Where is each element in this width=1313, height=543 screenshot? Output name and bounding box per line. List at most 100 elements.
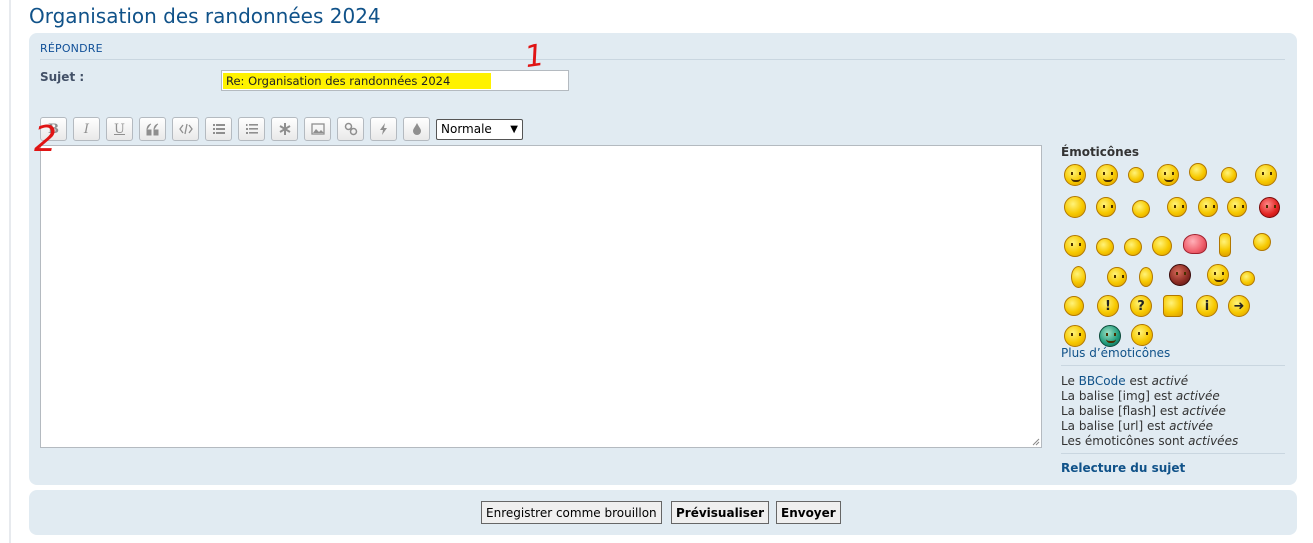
italic-button[interactable]: I: [73, 117, 100, 141]
link-icon: [344, 122, 357, 136]
color-button[interactable]: [403, 117, 430, 141]
more-smilies-link[interactable]: Plus d’émoticônes: [1061, 346, 1170, 360]
cool-smiley-icon[interactable]: [1124, 238, 1142, 256]
ordered-list-button[interactable]: [238, 117, 265, 141]
heading-divider: [40, 59, 1285, 60]
reply-panel: RÉPONDRE Sujet : Re: Organisation des ra…: [29, 33, 1297, 485]
sidebar-divider: [1061, 453, 1285, 454]
topic-review-link[interactable]: Relecture du sujet: [1061, 461, 1185, 475]
devil-icon[interactable]: [1169, 264, 1191, 286]
font-size-select[interactable]: Normale ▼: [436, 118, 523, 140]
underline-button[interactable]: U: [106, 117, 133, 141]
smiley-icon[interactable]: [1189, 163, 1207, 181]
rolling-eyes-icon[interactable]: [1207, 264, 1229, 286]
subject-label: Sujet :: [40, 70, 85, 84]
flash-status: La balise [flash] est activée: [1061, 404, 1238, 419]
heart-icon[interactable]: [1183, 234, 1207, 254]
subject-input[interactable]: Re: Organisation des randonnées 2024: [221, 70, 569, 91]
smiley-icon[interactable]: [1096, 238, 1114, 256]
url-prefix: La balise [url] est: [1061, 419, 1170, 433]
smilies-state: activées: [1188, 434, 1239, 448]
italic-label: I: [83, 121, 90, 137]
img-status: La balise [img] est activée: [1061, 389, 1238, 404]
smiley-icon[interactable]: [1064, 196, 1086, 218]
smiley-icon[interactable]: [1132, 200, 1150, 218]
link-button[interactable]: [337, 117, 364, 141]
flash-state: activée: [1182, 404, 1226, 418]
bbcode-state: activé: [1151, 374, 1189, 388]
angry-smiley-icon[interactable]: [1259, 197, 1280, 218]
image-icon: [310, 123, 325, 135]
annotation-1: 1: [522, 37, 547, 76]
smiley-icon[interactable]: [1198, 197, 1218, 217]
chevron-down-icon: ▼: [510, 123, 518, 135]
annotation-2: 2: [34, 119, 57, 160]
image-button[interactable]: [304, 117, 331, 141]
resize-handle-icon[interactable]: [1030, 436, 1040, 446]
smiley-icon[interactable]: [1253, 233, 1271, 251]
bolt-icon: [379, 123, 387, 135]
smiley-icon[interactable]: [1064, 164, 1086, 186]
reply-heading: RÉPONDRE: [40, 42, 103, 55]
flash-button[interactable]: [370, 117, 397, 141]
smiley-icon[interactable]: [1240, 271, 1255, 286]
bbcode-mid: est: [1125, 374, 1152, 388]
save-draft-button[interactable]: Enregistrer comme brouillon: [481, 501, 662, 524]
ordered-list-icon: [245, 124, 258, 134]
smiley-icon[interactable]: [1064, 296, 1084, 316]
question-icon[interactable]: ?: [1130, 295, 1152, 317]
quote-icon: [146, 123, 158, 136]
smiley-icon[interactable]: [1096, 164, 1118, 186]
arrow-right-icon[interactable]: ➜: [1228, 295, 1250, 317]
img-state: activée: [1175, 389, 1220, 403]
submit-button[interactable]: Envoyer: [776, 501, 841, 524]
smiley-icon[interactable]: [1128, 167, 1144, 183]
smiley-icon[interactable]: [1071, 266, 1086, 288]
img-prefix: La balise [img] est: [1061, 389, 1176, 403]
code-button[interactable]: [172, 117, 199, 141]
message-textarea[interactable]: [40, 145, 1042, 448]
list-button[interactable]: [205, 117, 232, 141]
preview-button[interactable]: Prévisualiser: [671, 501, 769, 524]
smiley-icon[interactable]: [1157, 164, 1179, 186]
bbcode-toolbar: B I U Normale ▼: [40, 117, 523, 141]
smiley-icon[interactable]: [1255, 164, 1277, 186]
sign-smiley-icon[interactable]: [1219, 233, 1231, 257]
smiley-icon[interactable]: [1227, 197, 1247, 217]
smiley-icon[interactable]: [1064, 235, 1086, 257]
underline-label: U: [114, 121, 125, 137]
submit-panel: Enregistrer comme brouillon Prévisualise…: [29, 490, 1297, 535]
code-icon: [178, 123, 193, 135]
list-icon: [212, 124, 225, 134]
status-info: Le BBCode est activé La balise [img] est…: [1061, 374, 1238, 449]
flash-prefix: La balise [flash] est: [1061, 404, 1183, 418]
smiley-icon[interactable]: [1096, 197, 1116, 217]
bbcode-status: Le BBCode est activé: [1061, 374, 1238, 389]
smilies-prefix: Les émoticônes sont: [1061, 434, 1189, 448]
quote-button[interactable]: [139, 117, 166, 141]
list-item-button[interactable]: [271, 117, 298, 141]
smiley-icon[interactable]: [1152, 236, 1172, 256]
left-border: [9, 0, 11, 543]
smiley-icon[interactable]: [1167, 197, 1187, 217]
smiley-icon[interactable]: [1107, 267, 1127, 287]
droplet-icon: [412, 123, 421, 135]
url-state: activée: [1169, 419, 1214, 433]
smiley-icon[interactable]: [1221, 167, 1237, 183]
asterisk-icon: [278, 123, 291, 135]
smiley-icon[interactable]: [1064, 325, 1086, 347]
page-title[interactable]: Organisation des randonnées 2024: [29, 4, 381, 28]
bbcode-link[interactable]: BBCode: [1079, 374, 1126, 388]
grin-smiley-icon[interactable]: [1099, 325, 1121, 347]
idea-icon[interactable]: i: [1196, 295, 1218, 317]
smilies-status: Les émoticônes sont activées: [1061, 434, 1238, 449]
subject-value: Re: Organisation des randonnées 2024: [226, 74, 451, 88]
smiley-icon[interactable]: [1163, 295, 1183, 317]
sidebar-divider: [1061, 365, 1285, 366]
smiley-icon[interactable]: [1139, 267, 1153, 287]
url-status: La balise [url] est activée: [1061, 419, 1238, 434]
font-size-value: Normale: [441, 122, 492, 136]
exclamation-icon[interactable]: !: [1097, 295, 1119, 317]
smilies-title: Émoticônes: [1061, 145, 1139, 159]
smiley-icon[interactable]: [1131, 324, 1153, 346]
